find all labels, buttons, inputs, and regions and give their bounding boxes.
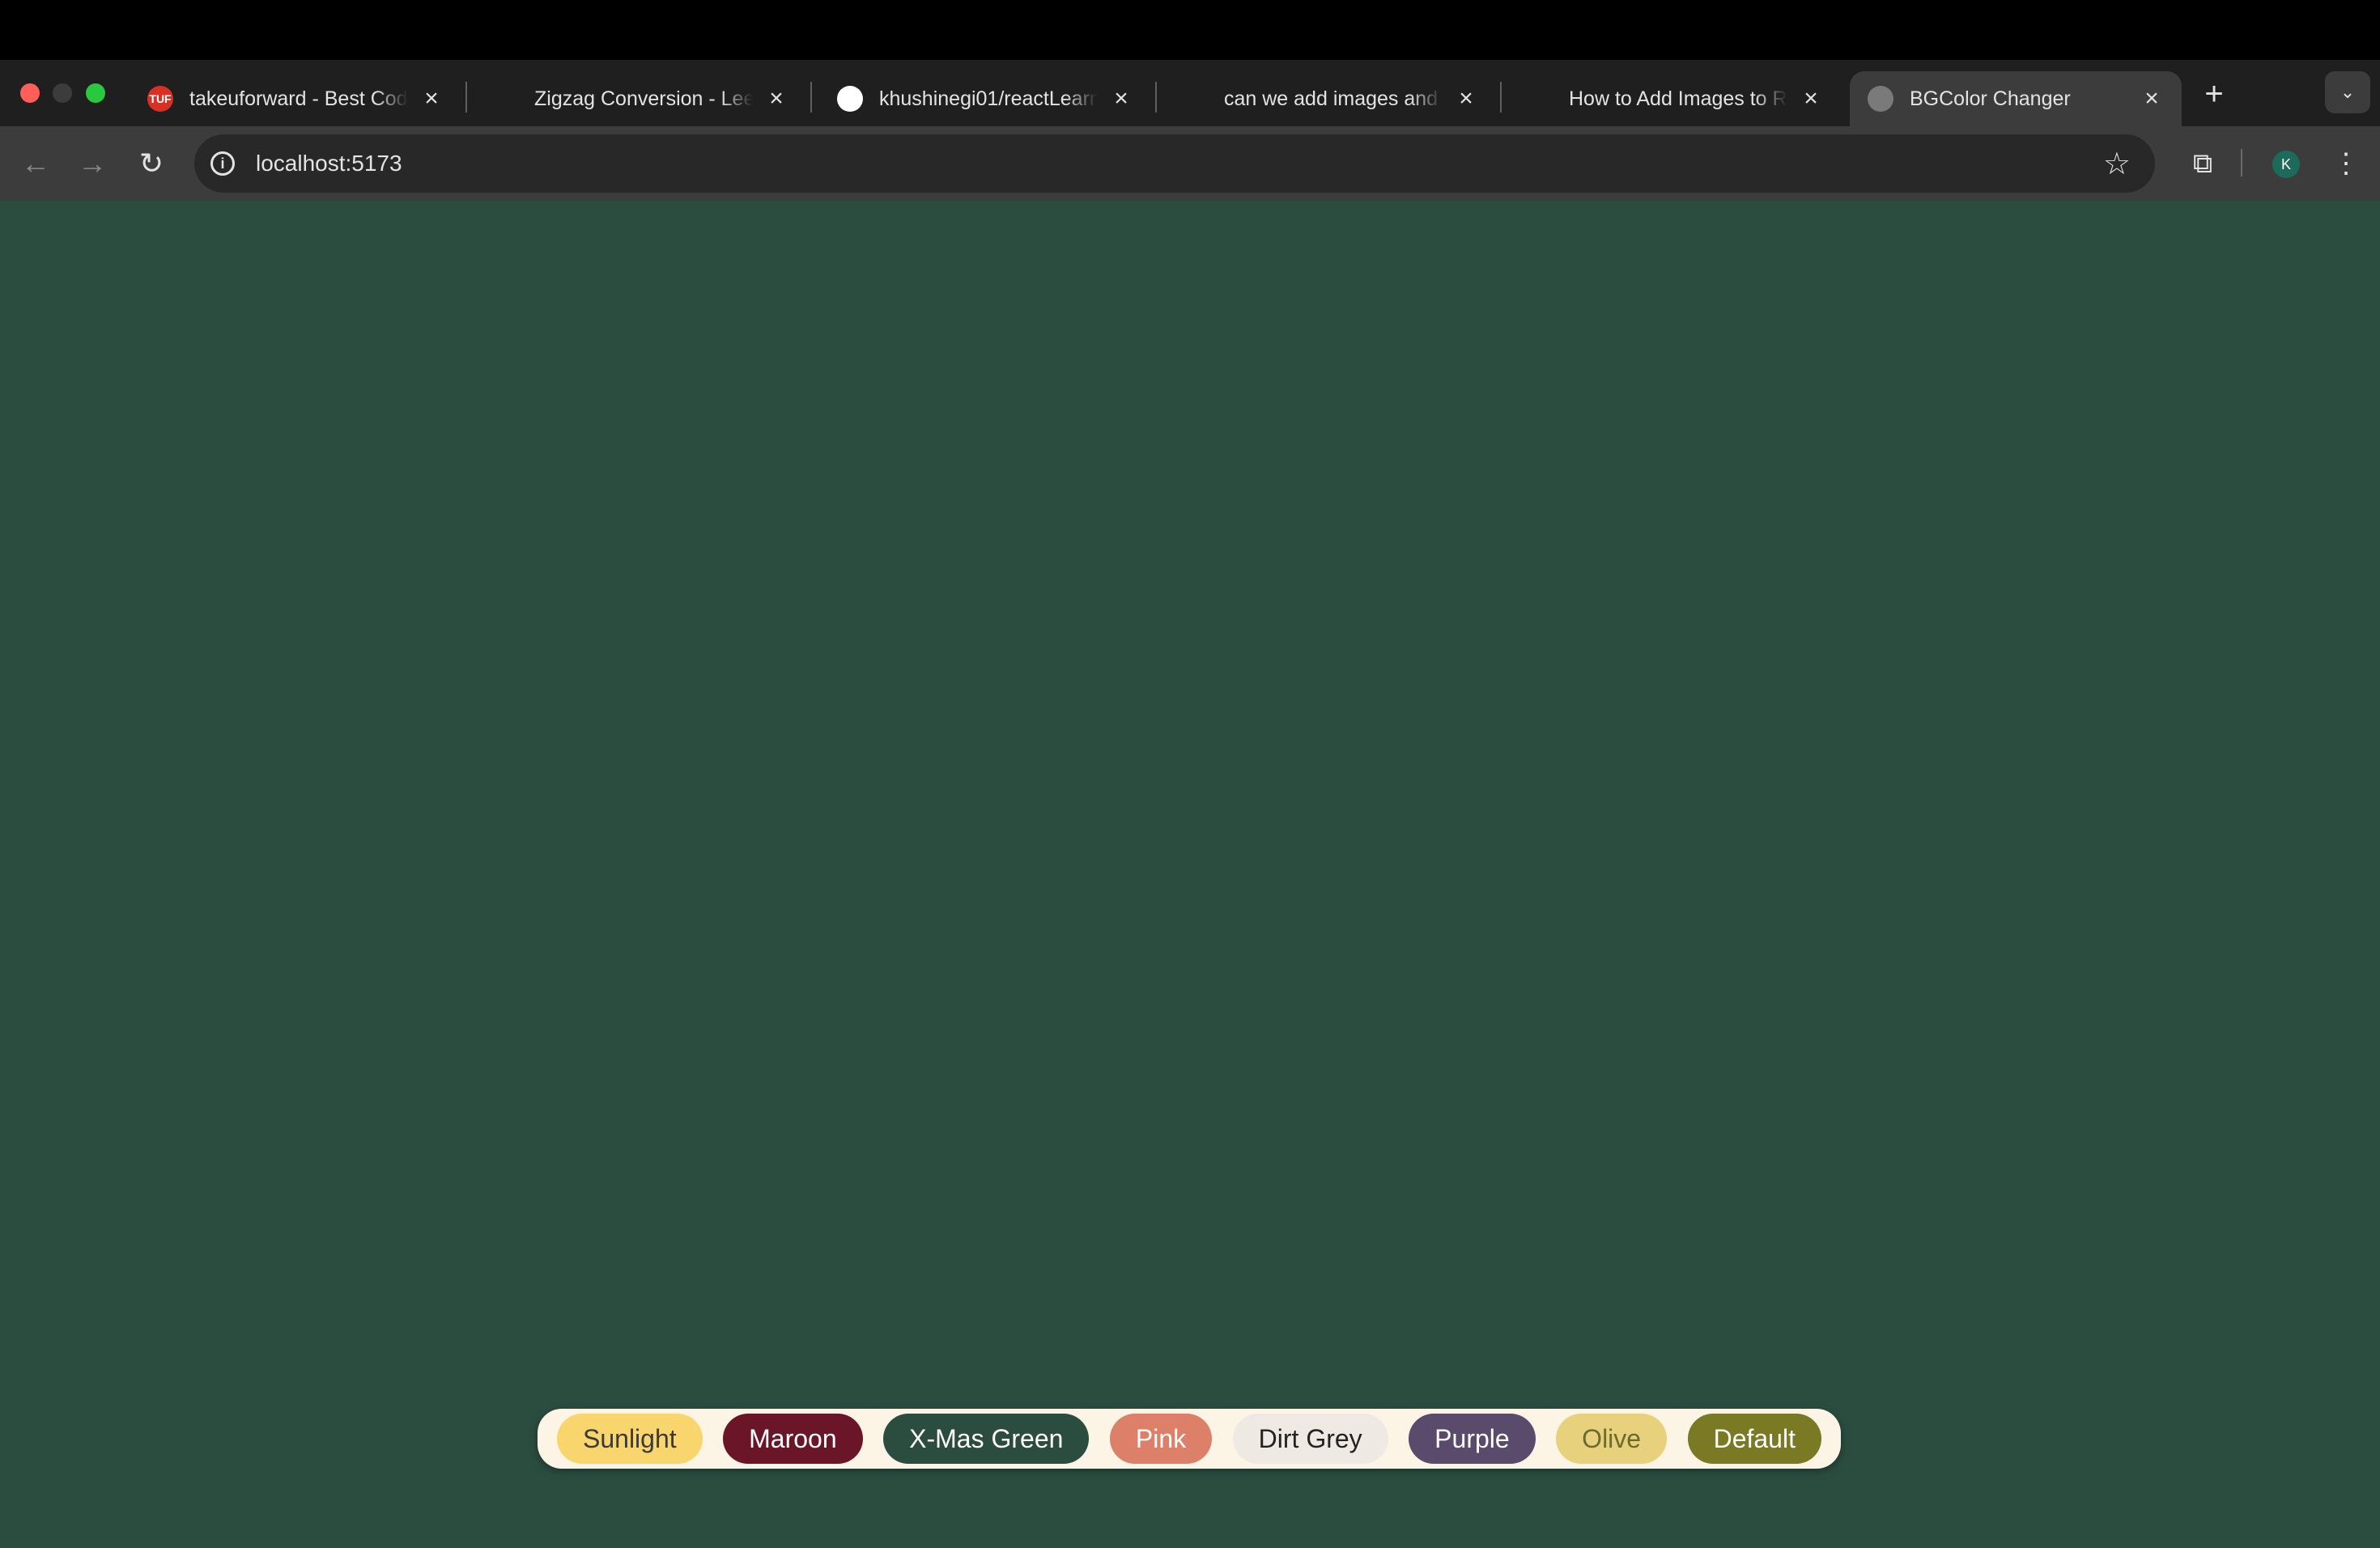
forward-button[interactable]: → xyxy=(73,144,112,183)
maximize-window-button[interactable] xyxy=(86,83,105,103)
close-tab-icon[interactable]: × xyxy=(764,85,788,112)
reload-icon: ↻ xyxy=(138,147,164,180)
tab-title: How to Add Images to React xyxy=(1569,87,1787,110)
close-window-button[interactable] xyxy=(20,83,40,103)
color-button-purple[interactable]: Purple xyxy=(1409,1414,1536,1464)
kebab-menu-icon: ⋮ xyxy=(2332,148,2360,179)
tab-title: BGColor Changer xyxy=(1910,87,2071,110)
color-button-olive[interactable]: Olive xyxy=(1556,1414,1668,1464)
close-tab-icon[interactable]: × xyxy=(1109,85,1133,112)
close-tab-icon[interactable]: × xyxy=(1799,85,1823,112)
search-icon xyxy=(1182,86,1208,112)
new-tab-button[interactable]: + xyxy=(2198,76,2230,112)
back-button[interactable]: ← xyxy=(16,144,55,183)
puzzle-icon: ⧉ xyxy=(2192,147,2213,179)
color-button-bar: Sunlight Maroon X-Mas Green Pink Dirt Grey Pu… xyxy=(538,1409,1841,1469)
arrow-right-icon: → xyxy=(78,147,107,180)
extensions-button[interactable]: ⧉ xyxy=(2183,144,2222,183)
color-button-pink[interactable]: Pink xyxy=(1109,1414,1213,1464)
browser-tab[interactable]: Zigzag Conversion - LeetCode × xyxy=(474,71,806,126)
arrow-left-icon: ← xyxy=(21,147,50,180)
leetcode-icon xyxy=(492,86,518,112)
geeksforgeeks-icon xyxy=(1527,86,1553,112)
close-tab-icon[interactable]: × xyxy=(2140,85,2164,112)
color-button-dirt-grey[interactable]: Dirt Grey xyxy=(1232,1414,1388,1464)
site-info-icon[interactable]: i xyxy=(210,151,235,176)
address-bar[interactable]: i localhost:5173 ☆ xyxy=(194,134,2155,193)
color-button-sunlight[interactable]: Sunlight xyxy=(557,1414,703,1464)
page-viewport xyxy=(0,201,2380,1548)
toolbar-divider xyxy=(2241,149,2242,176)
minimize-window-button[interactable] xyxy=(53,83,72,103)
tab-divider xyxy=(810,82,812,113)
browser-menu-button[interactable]: ⋮ xyxy=(2330,144,2362,183)
tuf-icon: TUF xyxy=(147,86,173,112)
tab-divider xyxy=(465,82,467,113)
browser-tab[interactable]: TUF takeuforward - Best Coding × xyxy=(130,71,461,126)
bookmark-star-icon[interactable]: ☆ xyxy=(2103,146,2131,182)
tab-title: can we add images and v xyxy=(1224,87,1443,110)
tab-title: takeuforward - Best Coding xyxy=(189,87,408,110)
browser-tab[interactable]: How to Add Images to React × xyxy=(1509,71,1841,126)
close-tab-icon[interactable]: × xyxy=(419,85,444,112)
profile-avatar[interactable]: K xyxy=(2272,151,2300,178)
tab-search-button[interactable]: ⌄ xyxy=(2325,71,2370,113)
tab-title: Zigzag Conversion - LeetCode xyxy=(534,87,753,110)
github-icon xyxy=(837,86,863,112)
tab-title: khushinegi01/reactLearning xyxy=(879,87,1098,110)
color-button-maroon[interactable]: Maroon xyxy=(723,1414,863,1464)
browser-tab[interactable]: can we add images and v × xyxy=(1164,71,1496,126)
tab-divider xyxy=(1155,82,1157,113)
color-button-x-mas-green[interactable]: X-Mas Green xyxy=(883,1414,1090,1464)
reload-button[interactable]: ↻ xyxy=(132,144,171,183)
close-tab-icon[interactable]: × xyxy=(1454,85,1478,112)
chevron-down-icon: ⌄ xyxy=(2340,82,2356,102)
globe-icon xyxy=(1868,86,1893,112)
menu-bar-strip xyxy=(0,0,2380,60)
color-button-default[interactable]: Default xyxy=(1687,1414,1821,1464)
tab-divider xyxy=(1500,82,1502,113)
browser-tab[interactable]: BGColor Changer × xyxy=(1850,71,2182,126)
address-url[interactable]: localhost:5173 xyxy=(256,151,402,176)
browser-tab[interactable]: khushinegi01/reactLearning × xyxy=(819,71,1151,126)
